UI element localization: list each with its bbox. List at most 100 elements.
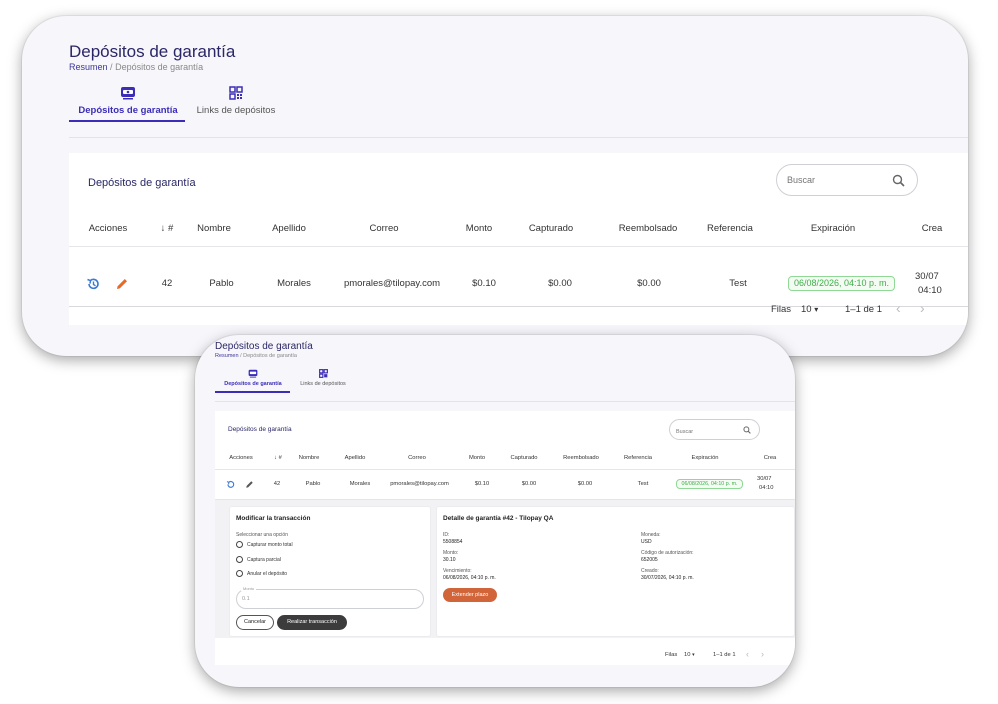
rows-per-page-select[interactable]: 10 ▾ [801, 304, 818, 315]
column-header-creado: Crea [763, 455, 777, 461]
cell-referencia: Test [637, 481, 649, 487]
cell-capturado: $0.00 [521, 481, 537, 487]
tab-links-de-depositos[interactable]: Links de depósitos [190, 86, 282, 116]
breadcrumb-current: Depósitos de garantía [115, 62, 204, 72]
cell-reembolsado: $0.00 [637, 278, 661, 289]
deposits-card-overview: Depósitos de garantía Resumen / Depósito… [22, 16, 968, 356]
rows-per-page-label: Filas [665, 652, 678, 658]
search-box [776, 164, 918, 196]
cell-id: 42 [273, 481, 281, 487]
radio-capture-full[interactable] [236, 541, 243, 548]
prev-page-button[interactable]: ‹ [896, 300, 901, 316]
deposits-card-detail: Depósitos de garantía Resumen / Depósito… [195, 335, 795, 687]
cell-nombre: Pablo [305, 481, 321, 487]
column-header-id[interactable]: ↓ # [152, 223, 182, 234]
radio-void-deposit[interactable] [236, 570, 243, 577]
deposit-detail-title: Detalle de garantía #42 - Tilopay QA [443, 515, 554, 522]
rows-per-page-select[interactable]: 10 ▾ [684, 652, 695, 658]
cancel-button[interactable]: Cancelar [236, 615, 274, 630]
cell-referencia: Test [729, 278, 747, 289]
due-value: 06/08/2026, 04:10 p. m. [443, 575, 496, 581]
tab-links-de-depositos[interactable]: Links de depósitos [293, 369, 353, 387]
column-header-apellido: Apellido [344, 455, 366, 461]
column-header-nombre: Nombre [197, 223, 231, 234]
amount-field[interactable] [236, 589, 424, 609]
created-label: Creado: [641, 568, 659, 574]
id-label: ID: [443, 532, 450, 538]
radio-capture-full-label: Capturar monto total [247, 542, 293, 548]
next-page-button[interactable]: › [761, 649, 764, 659]
deposits-table-panel: Depósitos de garantía Acciones ↓ # Nombr… [69, 153, 968, 325]
chevron-down-icon: ▾ [692, 652, 695, 658]
history-icon[interactable] [86, 277, 100, 291]
cell-reembolsado: $0.00 [577, 481, 593, 487]
cell-id: 42 [161, 278, 173, 289]
prev-page-button[interactable]: ‹ [746, 649, 749, 659]
sort-arrow-icon: ↓ [274, 455, 278, 461]
search-icon[interactable] [743, 426, 751, 434]
radio-capture-partial[interactable] [236, 556, 243, 563]
amount-label: Monto: [443, 550, 459, 556]
breadcrumb-current: Depósitos de garantía [243, 353, 297, 359]
cell-capturado: $0.00 [548, 278, 572, 289]
currency-value: USD [641, 539, 652, 545]
tab-depositos-de-garantia[interactable]: Depósitos de garantía [72, 86, 184, 116]
column-header-reembolsado: Reembolsado [563, 455, 599, 461]
column-header-correo: Correo [408, 455, 426, 461]
cell-monto: $0.10 [472, 278, 496, 289]
table-title: Depósitos de garantía [88, 177, 196, 189]
column-header-referencia: Referencia [623, 455, 653, 461]
cell-monto: $0.10 [474, 481, 490, 487]
cell-creado-date: 30/07 [915, 271, 939, 282]
wallet-icon [248, 369, 258, 378]
tab-label: Links de depósitos [300, 381, 346, 387]
extend-term-button[interactable]: Extender plazo [443, 588, 497, 602]
column-header-expiracion: Expiración [691, 455, 719, 461]
active-tab-indicator [69, 120, 185, 122]
breadcrumb-root-link[interactable]: Resumen [69, 62, 108, 72]
column-header-reembolsado: Reembolsado [618, 223, 678, 234]
edit-pencil-icon[interactable] [245, 480, 254, 489]
deposit-detail-panel: Detalle de garantía #42 - Tilopay QA ID:… [436, 506, 795, 637]
column-header-referencia: Referencia [707, 223, 753, 234]
amount-field-label: Monto [241, 586, 257, 591]
modify-transaction-title: Modificar la transacción [236, 515, 311, 522]
table-title: Depósitos de garantía [228, 426, 292, 433]
column-header-id[interactable]: ↓ # [268, 455, 288, 461]
due-label: Vencimiento: [443, 568, 472, 574]
search-icon[interactable] [892, 174, 905, 187]
cell-creado-date: 30/07 [757, 476, 772, 482]
column-header-acciones: Acciones [229, 455, 253, 461]
rows-per-page-value: 10 [801, 304, 812, 315]
column-header-correo: Correo [369, 223, 399, 234]
column-header-number: # [278, 455, 282, 461]
wallet-icon [121, 87, 135, 100]
page-title: Depósitos de garantía [69, 42, 236, 61]
edit-pencil-icon[interactable] [115, 277, 129, 291]
radio-void-deposit-label: Anular el depósito [247, 571, 288, 577]
chevron-down-icon: ▾ [814, 305, 819, 314]
breadcrumb: Resumen / Depósitos de garantía [215, 353, 297, 359]
tab-depositos-de-garantia[interactable]: Depósitos de garantía [217, 369, 289, 387]
tabs-divider [215, 401, 795, 402]
cell-nombre: Pablo [209, 278, 234, 289]
expiration-badge: 06/08/2026, 04:10 p. m. [676, 479, 743, 489]
next-page-button[interactable]: › [920, 300, 925, 316]
qr-code-icon [318, 369, 328, 378]
column-header-capturado: Capturado [510, 455, 538, 461]
rows-per-page-value: 10 [684, 652, 691, 658]
breadcrumb-root-link[interactable]: Resumen [215, 353, 239, 359]
breadcrumb: Resumen / Depósitos de garantía [69, 62, 203, 72]
cell-creado-time: 04:10 [918, 285, 942, 296]
column-header-capturado: Capturado [528, 223, 574, 234]
page-title: Depósitos de garantía [215, 341, 313, 352]
auth-code-label: Código de autorización: [641, 550, 694, 556]
history-icon[interactable] [226, 480, 235, 489]
rows-per-page-label: Filas [771, 304, 792, 315]
column-header-apellido: Apellido [272, 223, 306, 234]
perform-transaction-button[interactable]: Realizar transacción [277, 615, 347, 630]
sort-arrow-icon: ↓ [160, 223, 166, 234]
radio-capture-partial-label: Captura parcial [247, 557, 281, 563]
modify-transaction-panel: Modificar la transacción Seleccionar una… [229, 506, 431, 637]
tab-label: Depósitos de garantía [78, 105, 178, 116]
